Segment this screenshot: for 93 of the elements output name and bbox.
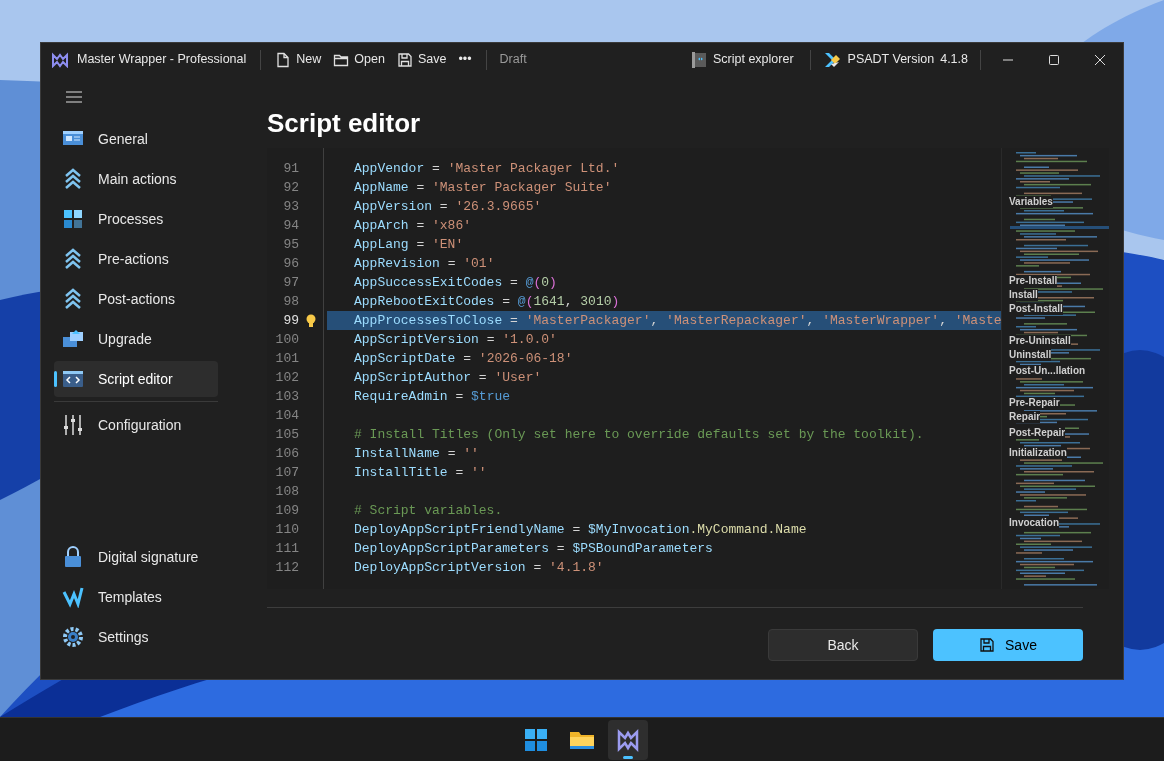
minimap-section-label: Post-Repair	[1009, 427, 1066, 439]
code-line: AppVersion = '26.3.9665'	[354, 198, 542, 216]
sidebar-item[interactable]: Processes	[54, 201, 218, 237]
close-icon	[1095, 54, 1105, 65]
logo-icon	[51, 51, 69, 68]
line-number: 110	[274, 521, 299, 539]
toolbar-button[interactable]: Open	[327, 46, 391, 73]
more-button[interactable]: •••	[452, 46, 478, 73]
sidebar-item[interactable]: Configuration	[54, 407, 218, 443]
line-number: 105	[274, 426, 299, 444]
line-number: 91	[282, 160, 299, 178]
minimap-section-label: Initialization	[1009, 447, 1067, 459]
document-icon	[275, 51, 292, 68]
status-label: Draft	[499, 51, 527, 69]
version-label: PSADT Version	[847, 51, 935, 69]
code-line: AppArch = 'x86'	[354, 217, 472, 235]
line-number: 94	[282, 217, 299, 235]
line-number: 96	[282, 255, 299, 273]
minimap-section-label: Pre-Install	[1009, 275, 1058, 287]
code-window-icon	[62, 368, 84, 390]
code-line: DeployAppScriptParameters = $PSBoundParameters	[354, 540, 713, 558]
lock-icon	[62, 546, 84, 568]
code-line: AppName = 'Master Packager Suite'	[354, 179, 612, 197]
save-icon	[396, 51, 413, 68]
minimap-section-label: Uninstall	[1009, 349, 1052, 361]
code-line: AppVendor = 'Master Packager Ltd.'	[354, 160, 620, 178]
code-line: # Script variables.	[354, 502, 503, 520]
code-line: InstallName = ''	[354, 445, 479, 463]
tiles-icon	[62, 208, 84, 230]
line-number: 112	[274, 559, 299, 577]
code-line: InstallTitle = ''	[354, 464, 487, 482]
line-number: 97	[282, 274, 299, 292]
code-line: AppRevision = '01'	[354, 255, 495, 273]
code-line: AppRebootExitCodes = @(1641, 3010)	[354, 293, 620, 311]
line-number: 102	[274, 369, 299, 387]
sidebar-item[interactable]: Settings	[54, 619, 218, 655]
line-number: 95	[282, 236, 299, 254]
code-line: AppSuccessExitCodes = @(0)	[354, 274, 557, 292]
page-title: Script editor	[267, 107, 422, 140]
sidebar-item[interactable]: Upgrade	[54, 321, 218, 357]
line-number: 101	[274, 350, 299, 368]
sidebar-item[interactable]: Pre-actions	[54, 241, 218, 277]
maximize-icon	[1049, 54, 1059, 65]
sidebar-item[interactable]: Main actions	[54, 161, 218, 197]
line-number: 92	[282, 179, 299, 197]
sidebar-item[interactable]: Script editor	[54, 361, 218, 397]
code-line: AppScriptDate = '2026-06-18'	[354, 350, 573, 368]
line-number: 103	[274, 388, 299, 406]
settings-icon	[62, 626, 84, 648]
minimap-section-label: Pre-Repair	[1009, 397, 1060, 409]
upgrade-icon	[62, 328, 84, 350]
minimap-section-label: Repair	[1009, 411, 1041, 423]
sliders-icon	[62, 414, 84, 436]
line-number: 100	[274, 331, 299, 349]
sidebar-item[interactable]: Digital signature	[54, 539, 218, 575]
script-explorer-button[interactable]: Script explorer	[686, 46, 798, 73]
line-number: 109	[274, 502, 299, 520]
line-number: 108	[274, 483, 299, 501]
book-icon	[690, 50, 707, 69]
minimap-section-label: Post-Install	[1009, 303, 1063, 315]
templates-icon	[62, 586, 84, 608]
line-number: 98	[282, 293, 299, 311]
minimap-section-label: Invocation	[1009, 517, 1059, 529]
line-number: 93	[282, 198, 299, 216]
save-icon	[979, 637, 996, 653]
code-line: DeployAppScriptVersion = '4.1.8'	[354, 559, 604, 577]
minimap-section-label: Variables	[1009, 196, 1053, 208]
window-title: Master Wrapper - Professional	[77, 51, 247, 69]
minimap-section-label: Post-Un...llation	[1009, 365, 1086, 377]
version-number: 4.1.8	[940, 51, 968, 69]
toolbar-button[interactable]: Save	[390, 46, 453, 73]
code-line: # Install Titles (Only set here to override defaults set by the toolkit).	[354, 426, 924, 444]
minimap-section-label: Pre-Uninstall	[1009, 335, 1071, 347]
save-button[interactable]: Save	[933, 629, 1083, 661]
code-line: AppScriptAuthor = 'User'	[354, 369, 542, 387]
line-number: 106	[274, 445, 299, 463]
minimap-section-label: Install	[1009, 289, 1038, 301]
line-number: 99	[282, 312, 299, 330]
toolbar-button[interactable]: New	[269, 46, 328, 73]
taskbar-app[interactable]	[608, 719, 648, 760]
code-line: AppLang = 'EN'	[354, 236, 464, 254]
code-line: RequireAdmin = $true	[354, 388, 511, 406]
line-number: 107	[274, 464, 299, 482]
code-line: AppProcessesToClose = 'MasterPackager', 'MasterRepackager', 'MasterWrapper', 'Maste	[354, 312, 1002, 330]
sidebar-item[interactable]: General	[54, 121, 218, 157]
code-line: AppScriptVersion = '1.0.0'	[354, 331, 557, 349]
sidebar-item[interactable]: Post-actions	[54, 281, 218, 317]
line-number: 104	[274, 407, 299, 425]
line-number: 111	[274, 540, 299, 558]
code-line: DeployAppScriptFriendlyName = $MyInvocation.MyCommand.Name	[354, 521, 807, 539]
back-button[interactable]: Back	[768, 629, 918, 661]
menu-icon	[66, 91, 82, 103]
sidebar-item[interactable]: Templates	[54, 579, 218, 615]
